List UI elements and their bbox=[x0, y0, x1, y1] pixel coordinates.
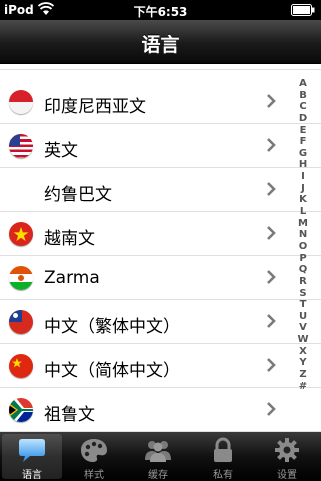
chevron-right-icon bbox=[267, 402, 276, 416]
index-letter[interactable]: Q bbox=[293, 264, 313, 276]
battery-icon bbox=[291, 4, 315, 16]
index-letter[interactable]: T bbox=[293, 299, 313, 311]
index-letter[interactable]: W bbox=[293, 334, 313, 346]
index-letter[interactable]: C bbox=[293, 101, 313, 113]
tab-bar: 语言 样式 缓存 私有 设置 bbox=[0, 432, 321, 481]
language-row-yoruba[interactable]: 约鲁巴文 bbox=[0, 168, 321, 212]
index-letter[interactable]: R bbox=[293, 276, 313, 288]
speech-bubble-icon bbox=[19, 439, 45, 462]
tab-cache[interactable]: 缓存 bbox=[128, 434, 188, 481]
niger-flag-icon bbox=[9, 266, 33, 290]
index-letter[interactable]: N bbox=[293, 229, 313, 241]
language-label: 约鲁巴文 bbox=[44, 185, 112, 205]
language-row-chinese-simplified[interactable]: 中文（简体中文） bbox=[0, 344, 321, 388]
index-letter[interactable]: E bbox=[293, 125, 313, 137]
chevron-right-icon bbox=[267, 358, 276, 372]
language-row-english[interactable]: 英文 bbox=[0, 124, 321, 168]
china-flag-icon bbox=[9, 354, 33, 378]
index-letter[interactable]: V bbox=[293, 322, 313, 334]
navigation-bar: 语言 bbox=[0, 20, 321, 64]
index-letter[interactable]: S bbox=[293, 288, 313, 300]
language-row-zulu[interactable]: 祖鲁文 bbox=[0, 388, 321, 432]
language-row[interactable] bbox=[0, 64, 321, 70]
index-letter[interactable]: K bbox=[293, 194, 313, 206]
south-africa-flag-icon bbox=[9, 398, 33, 422]
vietnam-flag-icon bbox=[9, 222, 33, 246]
tab-private[interactable]: 私有 bbox=[193, 434, 253, 481]
language-label: 印度尼西亚文 bbox=[44, 97, 146, 117]
tab-label: 设置 bbox=[277, 470, 297, 481]
index-letter[interactable]: A bbox=[293, 78, 313, 90]
palette-icon bbox=[81, 439, 107, 462]
status-bar: iPod 下午6:53 bbox=[0, 0, 321, 20]
chevron-right-icon bbox=[267, 138, 276, 152]
index-letter[interactable]: F bbox=[293, 136, 313, 148]
index-letter[interactable]: I bbox=[293, 171, 313, 183]
index-letter[interactable]: B bbox=[293, 90, 313, 102]
language-label: 中文（繁体中文） bbox=[44, 317, 180, 337]
index-letter[interactable]: P bbox=[293, 253, 313, 265]
index-letter[interactable]: G bbox=[293, 148, 313, 160]
chevron-right-icon bbox=[267, 94, 276, 108]
language-row-chinese-traditional[interactable]: 中文（繁体中文） bbox=[0, 300, 321, 344]
tab-label: 样式 bbox=[84, 470, 104, 481]
index-letter[interactable]: O bbox=[293, 241, 313, 253]
tab-label: 私有 bbox=[213, 470, 233, 481]
language-label: Zarma bbox=[44, 268, 100, 288]
chevron-right-icon bbox=[267, 226, 276, 240]
index-letter[interactable]: L bbox=[293, 206, 313, 218]
gear-icon bbox=[275, 438, 299, 462]
language-row-vietnamese[interactable]: 越南文 bbox=[0, 212, 321, 256]
index-letter[interactable]: D bbox=[293, 113, 313, 125]
chevron-right-icon bbox=[267, 270, 276, 284]
tab-label: 缓存 bbox=[148, 470, 168, 481]
language-label: 越南文 bbox=[44, 229, 95, 249]
tab-label: 语言 bbox=[22, 470, 42, 481]
people-icon bbox=[145, 441, 171, 462]
chevron-right-icon bbox=[267, 314, 276, 328]
taiwan-flag-icon bbox=[9, 310, 33, 334]
tab-settings[interactable]: 设置 bbox=[257, 434, 317, 481]
index-letter[interactable]: X bbox=[293, 346, 313, 358]
language-row-zarma[interactable]: Zarma bbox=[0, 256, 321, 300]
language-label: 英文 bbox=[44, 141, 78, 161]
language-list[interactable]: 印度尼西亚文 英文 约鲁巴文 越南文 Zarma 中文（繁体中文） 中文（简体中… bbox=[0, 64, 321, 432]
tab-style[interactable]: 样式 bbox=[64, 434, 124, 481]
language-label: 中文（简体中文） bbox=[44, 361, 180, 381]
index-letter[interactable]: H bbox=[293, 159, 313, 171]
indonesia-flag-icon bbox=[9, 90, 33, 114]
index-letter[interactable]: Y bbox=[293, 357, 313, 369]
index-letter[interactable]: J bbox=[293, 183, 313, 195]
index-letter[interactable]: Z bbox=[293, 369, 313, 381]
section-index[interactable]: A B C D E F G H I J K L M N O P Q R S T … bbox=[293, 78, 313, 392]
index-letter[interactable]: U bbox=[293, 311, 313, 323]
language-label: 祖鲁文 bbox=[44, 405, 95, 425]
page-title: 语言 bbox=[141, 34, 180, 56]
index-letter[interactable]: M bbox=[293, 218, 313, 230]
chevron-right-icon bbox=[267, 182, 276, 196]
index-letter[interactable]: # bbox=[293, 381, 313, 393]
tab-language[interactable]: 语言 bbox=[2, 434, 62, 481]
status-time: 下午6:53 bbox=[133, 5, 188, 19]
usa-flag-icon bbox=[9, 134, 33, 158]
lock-icon bbox=[214, 437, 232, 462]
language-row-indonesian[interactable]: 印度尼西亚文 bbox=[0, 80, 321, 124]
